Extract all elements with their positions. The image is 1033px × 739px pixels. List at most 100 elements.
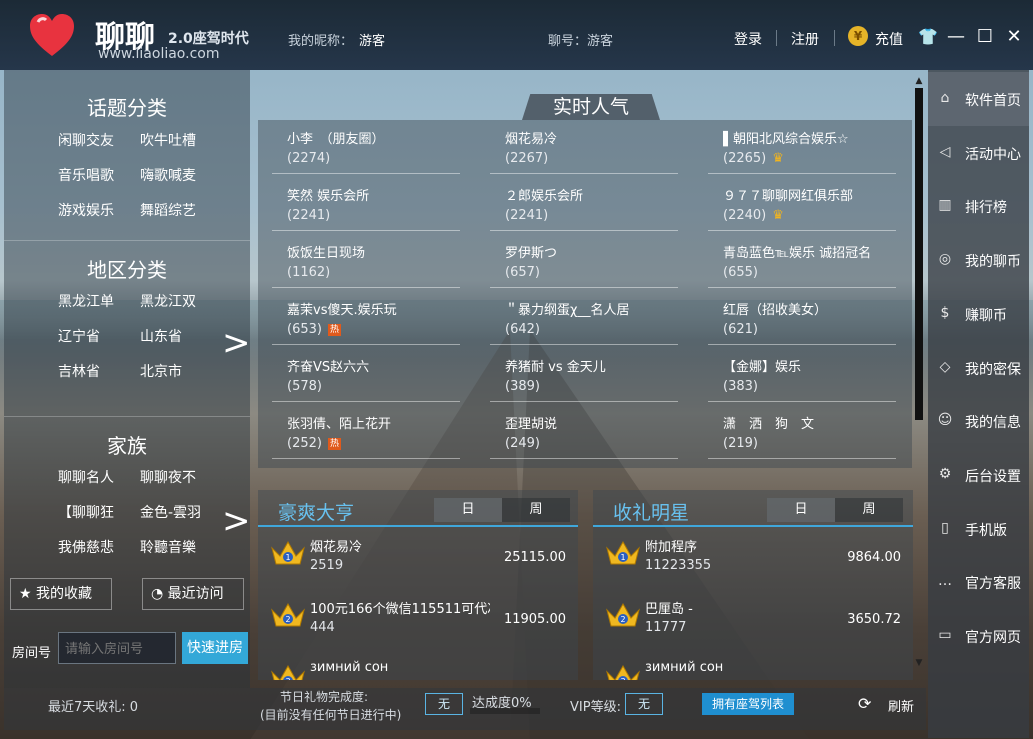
region-item[interactable]: 黑龙江单: [58, 291, 126, 311]
family-next-chevron-icon[interactable]: >: [222, 504, 251, 538]
room-number-input[interactable]: [58, 632, 176, 664]
sidebar-item-bar-chart[interactable]: ▥ 排行榜: [928, 179, 1029, 233]
topic-item[interactable]: 吹牛吐槽: [140, 130, 208, 150]
family-item[interactable]: 金色-雲羽: [140, 502, 208, 522]
popular-room-item[interactable]: ▌朝阳北风综合娱乐☆ (2265) ♛: [708, 122, 896, 174]
region-item[interactable]: 山东省: [140, 326, 208, 346]
room-count-value: (2267): [505, 151, 549, 166]
topic-item[interactable]: 游戏娱乐: [58, 200, 126, 220]
status-bar: 最近7天收礼: 0 节日礼物完成度: (目前没有任何节日进行中) 无 达成度0%…: [4, 688, 926, 730]
family-item[interactable]: 聊聊夜不: [140, 467, 208, 487]
scroll-up-icon[interactable]: ▲: [913, 76, 925, 86]
ranking-row[interactable]: 2 100元166个微信115511可代冲 444 11905.00: [258, 594, 578, 654]
family-item[interactable]: 聆聽音樂: [140, 537, 208, 557]
rank-crown-icon: 1: [271, 540, 305, 565]
room-count-value: (655): [723, 265, 758, 280]
room-count: (2265) ♛: [723, 151, 784, 166]
rank-number: 3: [620, 677, 625, 680]
region-item[interactable]: 黑龙江双: [140, 291, 208, 311]
popular-room-item[interactable]: 齐奋VS赵六六 (578): [272, 350, 460, 402]
room-count-value: (2241): [505, 208, 549, 223]
scroll-thumb[interactable]: [915, 88, 923, 420]
sidebar-item-label: 手机版: [965, 522, 1007, 539]
room-count: (389): [505, 379, 540, 394]
ranking-row[interactable]: 1 附加程序 11223355 9864.00: [593, 532, 913, 592]
rich-tab-day[interactable]: 日: [434, 498, 502, 522]
recharge-button[interactable]: 充值: [875, 29, 903, 49]
skin-shirt-icon[interactable]: 👕: [917, 26, 939, 48]
ranking-value: 11905.00: [503, 612, 566, 627]
topic-item[interactable]: 音乐唱歌: [58, 165, 126, 185]
rank-number: 1: [620, 553, 625, 562]
topic-item[interactable]: 嗨歌喊麦: [140, 165, 208, 185]
popular-rooms-grid: 小李 （朋友圈） (2274) 烟花易冷 (2267) ▌朝阳北风综合娱乐☆ (2265)…: [258, 120, 912, 468]
popular-room-item[interactable]: 饭饭生日现场 (1162): [272, 236, 460, 288]
regions-next-chevron-icon[interactable]: >: [222, 326, 251, 360]
sidebar-item-dollar[interactable]: $ 赚聊币: [928, 287, 1029, 341]
popular-room-item[interactable]: ＂暴力纲蛋χ__名人居 (642): [490, 293, 678, 345]
stars-tab-day[interactable]: 日: [767, 498, 835, 522]
minimize-icon[interactable]: —: [945, 26, 967, 48]
ranking-row[interactable]: 3 зимний сон: [258, 656, 578, 680]
stars-tab-week[interactable]: 周: [835, 498, 903, 522]
refresh-button[interactable]: 刷新: [888, 696, 914, 715]
crown-icon: ♛: [772, 151, 784, 166]
sidebar-item-shield[interactable]: ◇ 我的密保: [928, 341, 1029, 395]
login-button[interactable]: 登录: [734, 29, 762, 49]
maximize-icon[interactable]: ☐: [974, 26, 996, 48]
popular-room-item[interactable]: 青岛蓝色℡娱乐 诚招冠名 (655): [708, 236, 896, 288]
sidebar-item-coin[interactable]: ◎ 我的聊币: [928, 233, 1029, 287]
popular-room-item[interactable]: 烟花易冷 (2267): [490, 122, 678, 174]
sidebar-item-megaphone[interactable]: ◁ 活动中心: [928, 126, 1029, 180]
quick-enter-button[interactable]: 快速进房: [182, 632, 248, 664]
room-count: (655): [723, 265, 758, 280]
topic-item[interactable]: 闲聊交友: [58, 130, 126, 150]
room-count: (2241): [505, 208, 548, 223]
popular-room-item[interactable]: ２郎娱乐会所 (2241): [490, 179, 678, 231]
popular-room-item[interactable]: 罗伊斯つ (657): [490, 236, 678, 288]
ranking-row[interactable]: 1 烟花易冷 2519 25115.00: [258, 532, 578, 592]
popular-room-item[interactable]: 养猪耐 vs 金天儿 (389): [490, 350, 678, 402]
right-sidebar: ⌂ 软件首页 ◁ 活动中心 ▥ 排行榜 ◎ 我的聊币 $ 赚聊币 ◇ 我的密保 ☺ 我的信息 ⚙ 后台设置 ▯ 手…: [928, 70, 1029, 738]
popular-room-item[interactable]: 【金娜】娱乐 (383): [708, 350, 896, 402]
ranking-row[interactable]: 2 巴厘岛 - 11777 3650.72: [593, 594, 913, 654]
room-count-value: (2274): [287, 151, 331, 166]
popular-room-item[interactable]: 歪理胡说 (249): [490, 407, 678, 459]
family-item[interactable]: 我佛慈悲: [58, 537, 126, 557]
popular-room-item[interactable]: 笑然 娱乐会所 (2241): [272, 179, 460, 231]
favorites-button[interactable]: ★ 我的收藏: [10, 578, 112, 610]
region-item[interactable]: 北京市: [140, 361, 208, 381]
rich-tab-week[interactable]: 周: [502, 498, 570, 522]
popular-room-item[interactable]: 潇 洒 狗 文 (219): [708, 407, 896, 459]
sidebar-item-settings[interactable]: ⚙ 后台设置: [928, 448, 1029, 502]
regions-title: 地区分类: [87, 258, 167, 282]
seat-list-button[interactable]: 拥有座驾列表: [702, 693, 794, 715]
app-subtitle: 2.0座驾时代: [168, 31, 249, 47]
scroll-down-icon[interactable]: ▼: [913, 658, 925, 668]
sidebar-item-home[interactable]: ⌂ 软件首页: [928, 72, 1029, 126]
star-icon: ★: [19, 586, 32, 602]
ranking-row[interactable]: 3 зимний сон: [593, 656, 913, 680]
family-item[interactable]: 聊聊名人: [58, 467, 126, 487]
family-item[interactable]: 【聊聊狂: [58, 502, 126, 522]
topic-item[interactable]: 舞蹈综艺: [140, 200, 208, 220]
ranking-name: 100元166个微信115511可代冲: [310, 602, 490, 617]
sidebar-item-monitor[interactable]: ▭ 官方网页: [928, 609, 1029, 663]
region-item[interactable]: 辽宁省: [58, 326, 126, 346]
register-button[interactable]: 注册: [791, 29, 819, 49]
sidebar-item-chat[interactable]: … 官方客服: [928, 555, 1029, 609]
sidebar-item-user[interactable]: ☺ 我的信息: [928, 394, 1029, 448]
popular-room-item[interactable]: ９７７聊聊网红俱乐部 (2240) ♛: [708, 179, 896, 231]
refresh-icon[interactable]: ⟳: [858, 694, 871, 713]
recent-visits-button[interactable]: ◔ 最近访问: [142, 578, 244, 610]
sidebar-item-phone[interactable]: ▯ 手机版: [928, 502, 1029, 556]
scrollbar[interactable]: ▲ ▼: [913, 76, 925, 668]
popular-room-item[interactable]: 嘉茉vs傻天.娱乐玩 (653) 热: [272, 293, 460, 345]
popular-room-item[interactable]: 小李 （朋友圈） (2274): [272, 122, 460, 174]
popular-room-item[interactable]: 红唇（招收美女） (621): [708, 293, 896, 345]
app-window: 聊聊 2.0座驾时代 www.liaoliao.com 我的昵称： 游客 聊号：游…: [0, 0, 1033, 739]
room-count-value: (219): [723, 436, 758, 451]
region-item[interactable]: 吉林省: [58, 361, 126, 381]
close-icon[interactable]: ✕: [1003, 26, 1025, 48]
popular-room-item[interactable]: 张羽倩、陌上花开 (252) 热: [272, 407, 460, 459]
